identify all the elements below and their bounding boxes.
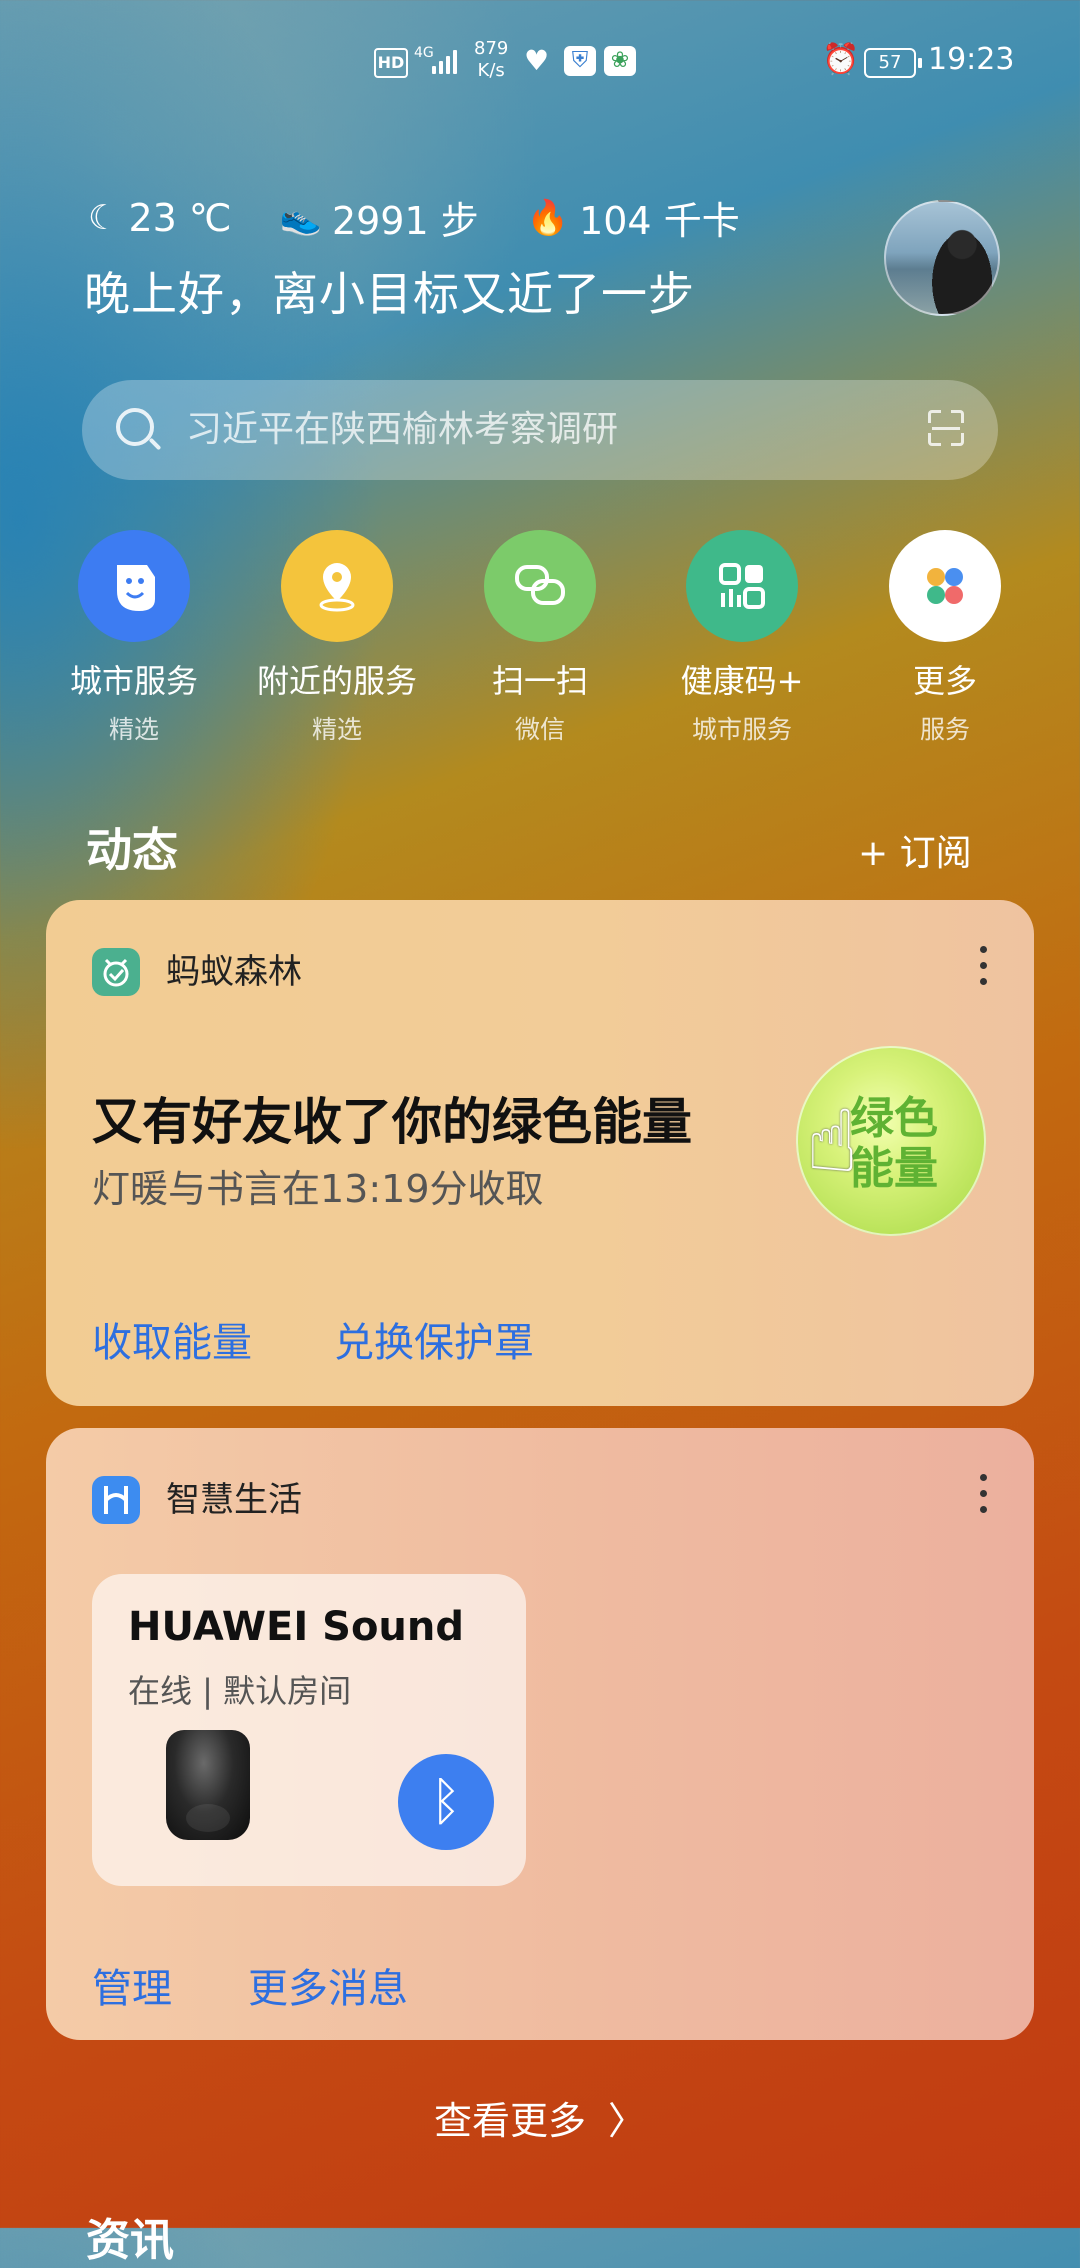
see-more-button[interactable]: 查看更多 〉 <box>0 2090 1080 2145</box>
more-options-icon[interactable] <box>980 1474 988 1522</box>
location-pin-icon <box>281 530 393 642</box>
city-service-icon <box>78 530 190 642</box>
device-tile[interactable]: HUAWEI Sound 在线 | 默认房间 ᛒ <box>92 1574 526 1886</box>
greeting-text: 晚上好，离小目标又近了一步 <box>84 267 695 321</box>
bluetooth-icon[interactable]: ᛒ <box>398 1754 494 1850</box>
subscribe-button[interactable]: + 订阅 <box>858 824 972 876</box>
shortcut-health-code[interactable]: 健康码+ 城市服务 <box>642 530 842 746</box>
more-options-icon[interactable] <box>980 946 988 994</box>
network-type: 4G <box>414 45 434 61</box>
manage-button[interactable]: 管理 <box>92 1956 172 2014</box>
more-messages-button[interactable]: 更多消息 <box>248 1956 408 2014</box>
green-energy-bubble[interactable]: 绿色能量 ☝ <box>796 1046 986 1236</box>
card-headline: 又有好友收了你的绿色能量 <box>92 1093 692 1151</box>
search-placeholder: 习近平在陕西榆林考察调研 <box>186 409 619 450</box>
app-notification-icon: ❀ <box>604 46 636 76</box>
hand-pointer-icon: ☝ <box>806 1092 859 1192</box>
card-app-name: 智慧生活 <box>166 1480 302 1520</box>
moon-icon: ☾ <box>88 197 119 238</box>
wechat-icon <box>484 530 596 642</box>
clock: 19:23 <box>928 42 1015 77</box>
device-name: HUAWEI Sound <box>128 1604 465 1650</box>
smart-life-app-icon <box>92 1476 140 1524</box>
flame-icon: 🔥 <box>526 197 570 238</box>
smart-life-card[interactable]: 智慧生活 HUAWEI Sound 在线 | 默认房间 ᛒ 管理 更多消息 <box>46 1428 1034 2040</box>
calories-stat: 🔥 104 千卡 <box>526 197 740 244</box>
scan-icon[interactable] <box>928 410 964 446</box>
health-stats[interactable]: ☾ 23 ℃ 👟 2991 步 🔥 104 千卡 <box>88 190 788 245</box>
shortcut-nearby-services[interactable]: 附近的服务 精选 <box>237 530 437 746</box>
card-subline: 灯暖与书言在13:19分收取 <box>92 1167 544 1211</box>
avatar[interactable] <box>884 200 1000 316</box>
card-app-name: 蚂蚁森林 <box>166 952 302 992</box>
news-section-title: 资讯 <box>86 2215 174 2266</box>
chevron-right-icon: 〉 <box>608 2099 647 2143</box>
temperature-stat: ☾ 23 ℃ <box>88 195 232 240</box>
energy-bubble-text: 绿色能量 <box>850 1093 938 1194</box>
qr-code-icon <box>686 530 798 642</box>
quick-services: 城市服务 精选 附近的服务 精选 扫一扫 微信 健康码+ 城市服务 更多 服务 <box>0 530 1080 750</box>
network-speed: 879 K/s <box>474 38 509 81</box>
search-icon <box>116 408 154 446</box>
device-status: 在线 | 默认房间 <box>128 1672 352 1710</box>
collect-energy-button[interactable]: 收取能量 <box>92 1310 252 1368</box>
hd-icon: HD <box>374 48 408 78</box>
alarm-icon: ⏰ <box>822 42 860 77</box>
shield-icon: ⛨ <box>564 46 596 76</box>
shoe-icon: 👟 <box>279 197 322 238</box>
steps-stat: 👟 2991 步 <box>279 197 479 244</box>
battery-icon: 57 <box>864 48 922 78</box>
speaker-image <box>166 1730 250 1840</box>
shortcut-city-services[interactable]: 城市服务 精选 <box>34 530 234 746</box>
status-bar: HD 4G 879 K/s ♥ ⛨ ❀ ⏰ 57 19:23 <box>0 28 1080 98</box>
shortcut-more[interactable]: 更多 服务 <box>845 530 1045 746</box>
signal-icon <box>432 46 462 74</box>
search-bar[interactable]: 习近平在陕西榆林考察调研 <box>82 380 998 480</box>
apps-grid-icon <box>889 530 1001 642</box>
health-icon: ♥ <box>524 44 550 77</box>
feed-title: 动态 <box>86 823 178 877</box>
ant-forest-card[interactable]: 蚂蚁森林 又有好友收了你的绿色能量 灯暖与书言在13:19分收取 绿色能量 ☝ … <box>46 900 1034 1406</box>
redeem-shield-button[interactable]: 兑换保护罩 <box>334 1310 534 1368</box>
shortcut-scan[interactable]: 扫一扫 微信 <box>440 530 640 746</box>
ant-forest-app-icon <box>92 948 140 996</box>
